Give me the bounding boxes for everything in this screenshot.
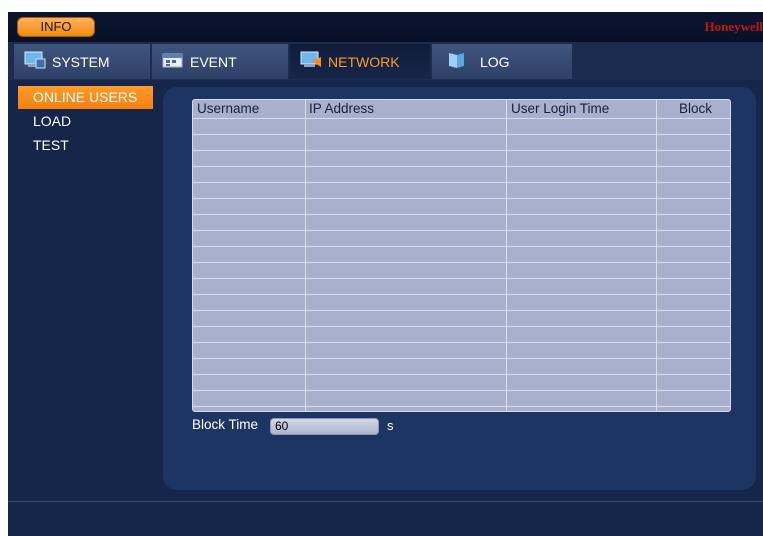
table-row-line	[193, 358, 730, 359]
menu-item-online-users[interactable]: ONLINE USERS	[18, 86, 153, 109]
column-header-username[interactable]: Username	[197, 100, 259, 118]
online-users-table: Username IP Address User Login Time Bloc…	[192, 99, 731, 412]
table-row-line	[193, 262, 730, 263]
tab-log-label: LOG	[480, 53, 510, 70]
table-row-line	[193, 198, 730, 199]
block-time-input[interactable]: 60	[270, 418, 379, 435]
main-tab-bar: SYSTEM EVENT NETWORK LOG	[8, 42, 763, 80]
network-icon	[300, 51, 322, 72]
table-row-line	[193, 166, 730, 167]
table-row-line	[193, 230, 730, 231]
dvr-settings-screen: INFO Honeywell SYSTEM EVENT NETWORK LOG …	[8, 12, 763, 536]
table-row-line	[193, 134, 730, 135]
block-time-label: Block Time	[192, 417, 259, 432]
table-row-line	[193, 150, 730, 151]
footer-divider	[8, 501, 763, 502]
column-divider	[656, 100, 657, 411]
table-row-line	[193, 326, 730, 327]
tab-network-label: NETWORK	[328, 53, 400, 70]
column-header-login-time[interactable]: User Login Time	[511, 100, 609, 118]
table-row-line	[193, 310, 730, 311]
tab-event[interactable]: EVENT	[152, 44, 288, 79]
log-icon	[446, 51, 466, 72]
column-header-ip-address[interactable]: IP Address	[309, 100, 374, 118]
table-row-line	[193, 246, 730, 247]
column-header-block[interactable]: Block	[679, 100, 712, 118]
table-row-line	[193, 182, 730, 183]
block-time-unit: s	[387, 418, 394, 433]
column-divider	[506, 100, 507, 411]
event-icon	[162, 51, 184, 72]
table-row-line	[193, 294, 730, 295]
tab-log[interactable]: LOG	[432, 44, 572, 79]
side-menu: ONLINE USERS LOAD TEST	[18, 86, 153, 158]
table-row-line	[193, 374, 730, 375]
table-row-line	[193, 214, 730, 215]
menu-item-test[interactable]: TEST	[18, 134, 153, 157]
tab-network[interactable]: NETWORK	[290, 44, 430, 79]
content-panel: Username IP Address User Login Time Bloc…	[163, 87, 756, 490]
tab-system[interactable]: SYSTEM	[14, 44, 150, 79]
table-row-line	[193, 342, 730, 343]
monitor-icon	[24, 51, 46, 72]
tab-system-label: SYSTEM	[52, 53, 110, 70]
table-row-line	[193, 278, 730, 279]
table-row-line	[193, 118, 730, 119]
brand-logo: Honeywell	[704, 19, 763, 34]
title-bar: INFO Honeywell	[8, 12, 763, 42]
table-row-line	[193, 390, 730, 391]
column-divider	[305, 100, 306, 411]
menu-item-load[interactable]: LOAD	[18, 110, 153, 133]
table-row-line	[193, 406, 730, 407]
tab-event-label: EVENT	[190, 53, 237, 70]
info-tab[interactable]: INFO	[17, 17, 95, 37]
